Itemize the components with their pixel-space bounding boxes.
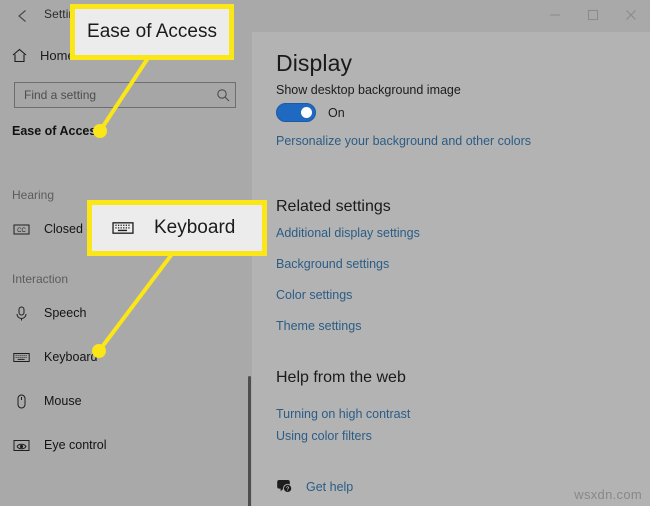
theme-settings-link[interactable]: Theme settings: [276, 319, 361, 333]
callout-label: Ease of Access: [87, 21, 217, 42]
minimize-icon: [549, 9, 561, 21]
sidebar-item-label: Keyboard: [44, 350, 98, 364]
toggle-knob: [301, 107, 312, 118]
related-settings-heading: Related settings: [276, 198, 391, 215]
microphone-icon: [12, 304, 30, 322]
color-settings-link[interactable]: Color settings: [276, 288, 352, 302]
sidebar-item-speech[interactable]: Speech: [12, 300, 240, 326]
search-icon[interactable]: [211, 83, 235, 107]
sidebar-group-hearing: Hearing: [12, 188, 55, 202]
sidebar-current-section: Ease of Access: [12, 124, 104, 138]
back-button[interactable]: [10, 4, 36, 28]
sidebar-scrollbar[interactable]: [248, 376, 251, 506]
window-controls: [536, 0, 650, 32]
callout-keyboard: Keyboard: [87, 200, 267, 256]
maximize-button[interactable]: [574, 0, 612, 30]
close-button[interactable]: [612, 0, 650, 30]
get-help-row[interactable]: ? Get help: [276, 478, 353, 495]
home-icon: [10, 46, 28, 64]
personalize-background-link[interactable]: Personalize your background and other co…: [276, 134, 531, 148]
svg-text:?: ?: [286, 487, 289, 493]
help-from-web-heading: Help from the web: [276, 369, 406, 386]
callout-ease-of-access: Ease of Access: [70, 4, 234, 60]
sidebar-item-label: Speech: [44, 306, 87, 320]
turning-on-high-contrast-link[interactable]: Turning on high contrast: [276, 407, 410, 421]
closed-captions-icon: CC: [12, 220, 30, 238]
page-title: Display: [276, 50, 353, 76]
sidebar-item-label: Mouse: [44, 394, 82, 408]
show-desktop-background-toggle-row: On: [276, 103, 345, 122]
help-bubble-icon: ?: [276, 478, 293, 495]
main-content: Display Show desktop background image On…: [252, 32, 650, 506]
svg-text:CC: CC: [17, 228, 26, 234]
toggle-state-label: On: [328, 105, 345, 120]
sidebar-item-keyboard[interactable]: Keyboard: [12, 344, 240, 370]
sidebar-group-interaction: Interaction: [12, 272, 69, 286]
sidebar: Home Find a setting Ease of Access Heari…: [0, 32, 252, 506]
background-settings-link[interactable]: Background settings: [276, 257, 389, 271]
back-arrow-icon: [15, 8, 31, 24]
callout-label: Keyboard: [154, 217, 236, 238]
search-input[interactable]: Find a setting: [14, 82, 236, 108]
watermark: wsxdn.com: [574, 487, 642, 502]
show-desktop-background-toggle[interactable]: [276, 103, 316, 122]
additional-display-settings-link[interactable]: Additional display settings: [276, 226, 420, 240]
minimize-button[interactable]: [536, 0, 574, 30]
sidebar-item-label: Eye control: [44, 438, 107, 452]
keyboard-icon: [12, 348, 30, 366]
search-placeholder: Find a setting: [24, 88, 97, 102]
setting-label-show-desktop-background: Show desktop background image: [276, 83, 461, 97]
maximize-icon: [587, 9, 599, 21]
sidebar-item-eye-control[interactable]: Eye control: [12, 432, 240, 458]
keyboard-icon: [112, 217, 134, 239]
sidebar-item-mouse[interactable]: Mouse: [12, 388, 240, 414]
sidebar-item-home[interactable]: Home: [10, 46, 75, 64]
settings-window: Settings Home Find a setting Ease of Acc…: [0, 0, 650, 506]
get-help-label[interactable]: Get help: [306, 480, 353, 494]
mouse-icon: [12, 392, 30, 410]
using-color-filters-link[interactable]: Using color filters: [276, 429, 372, 443]
close-icon: [625, 9, 637, 21]
eye-control-icon: [12, 436, 30, 454]
